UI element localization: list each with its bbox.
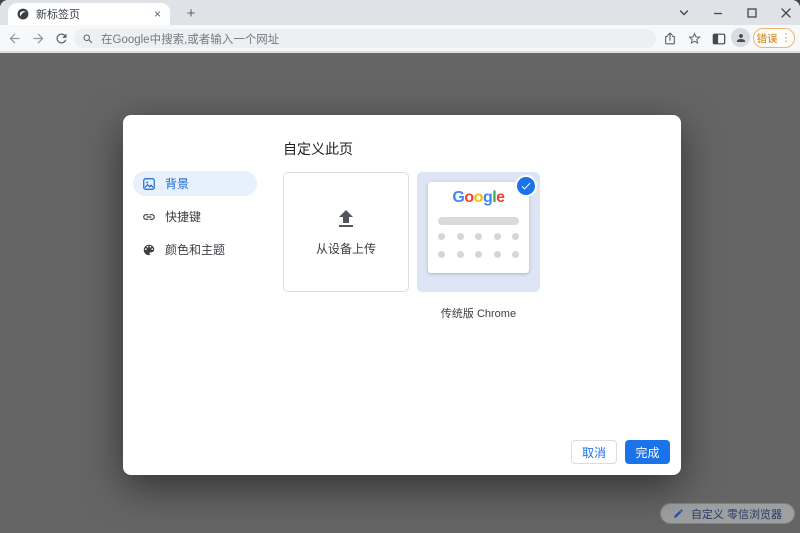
window-close-button[interactable] [778, 5, 794, 21]
palette-icon [143, 244, 155, 255]
upload-card-label: 从设备上传 [315, 242, 376, 256]
tab-favicon-icon [17, 8, 29, 20]
pencil-icon [674, 509, 683, 518]
selected-check-badge [515, 175, 537, 197]
tab-close-icon[interactable]: × [154, 8, 161, 20]
error-badge-label: 错误 [756, 32, 778, 45]
dot [438, 233, 445, 240]
share-icon[interactable] [661, 30, 678, 47]
bookmark-star-icon[interactable] [686, 30, 703, 47]
toolbar: 在Google中搜索,或者输入一个网址 错误 ⋮ [0, 25, 800, 52]
kebab-menu-icon: ⋮ [780, 31, 792, 44]
window-minimize-button[interactable] [710, 5, 726, 21]
customize-dialog: 自定义此页 背景 快捷键 颜色和主题 从设备上传 Google 传统版 Chro… [123, 115, 681, 475]
browser-window: 新标签页 × + 在Google中搜索,或者输入一个网址 错误 ⋮ 自定义 零信… [0, 0, 800, 533]
theme-card-label: 传统版 Chrome [440, 308, 517, 320]
sidebar-item-label: 颜色和主题 [165, 243, 226, 257]
omnibox-placeholder: 在Google中搜索,或者输入一个网址 [101, 33, 280, 46]
dot [493, 251, 501, 258]
tab-title: 新标签页 [36, 9, 80, 21]
person-icon [736, 33, 745, 42]
sidebar-item-label: 背景 [165, 177, 190, 191]
image-icon [143, 177, 155, 190]
dot [475, 233, 482, 240]
google-logo-letter: o [473, 189, 484, 206]
omnibox[interactable]: 在Google中搜索,或者输入一个网址 [74, 29, 656, 48]
sidebar-item-colors-theme[interactable]: 颜色和主题 [133, 237, 257, 262]
dot-grid [438, 233, 519, 269]
sidebar-item-label: 快捷键 [165, 210, 202, 224]
classic-chrome-theme-card[interactable]: Google [417, 172, 540, 292]
forward-icon[interactable] [30, 30, 47, 47]
dot [456, 251, 464, 258]
cancel-button[interactable]: 取消 [571, 440, 617, 464]
tab-strip: 新标签页 × + [0, 0, 800, 25]
google-logo-letter: G [452, 189, 465, 206]
dot-row [438, 251, 519, 258]
tab-new-tab-page[interactable]: 新标签页 × [8, 3, 170, 25]
preview-searchbar [438, 217, 519, 225]
back-icon[interactable] [6, 30, 23, 47]
dialog-sidebar: 背景 快捷键 颜色和主题 [133, 171, 257, 270]
browser-menu-error-button[interactable]: 错误 ⋮ [753, 28, 795, 48]
new-tab-button[interactable]: + [182, 4, 200, 22]
dot [512, 251, 519, 258]
google-logo-letter: e [496, 189, 505, 206]
sidebar-item-background[interactable]: 背景 [133, 171, 257, 196]
profile-avatar[interactable] [731, 28, 750, 47]
dot-row [438, 233, 519, 240]
window-controls [676, 0, 794, 25]
dot [512, 233, 519, 240]
google-logo: Google [428, 189, 529, 207]
check-icon [521, 182, 531, 190]
upload-from-device-card[interactable]: 从设备上传 [283, 172, 409, 292]
page-overlay: 自定义 零信浏览器 自定义此页 背景 快捷键 颜色和主题 从设备上传 Googl… [0, 53, 800, 533]
dialog-title: 自定义此页 [283, 141, 353, 157]
dot [438, 251, 445, 258]
window-maximize-button[interactable] [744, 5, 760, 21]
customize-pill-label: 自定义 零信浏览器 [690, 508, 782, 521]
customize-browser-button[interactable]: 自定义 零信浏览器 [659, 503, 795, 524]
link-icon [143, 213, 155, 220]
google-logo-letter: g [482, 189, 493, 206]
search-icon [83, 34, 93, 43]
side-panel-icon[interactable] [710, 30, 727, 47]
theme-preview: Google [428, 182, 529, 273]
dot [475, 251, 482, 258]
google-logo-letter: o [464, 189, 474, 206]
upload-icon [339, 210, 353, 227]
dot [493, 233, 501, 240]
sidebar-item-shortcuts[interactable]: 快捷键 [133, 204, 257, 229]
dot [456, 233, 464, 240]
window-chevron-button[interactable] [676, 5, 692, 21]
done-button[interactable]: 完成 [625, 440, 670, 464]
reload-icon[interactable] [53, 30, 70, 47]
